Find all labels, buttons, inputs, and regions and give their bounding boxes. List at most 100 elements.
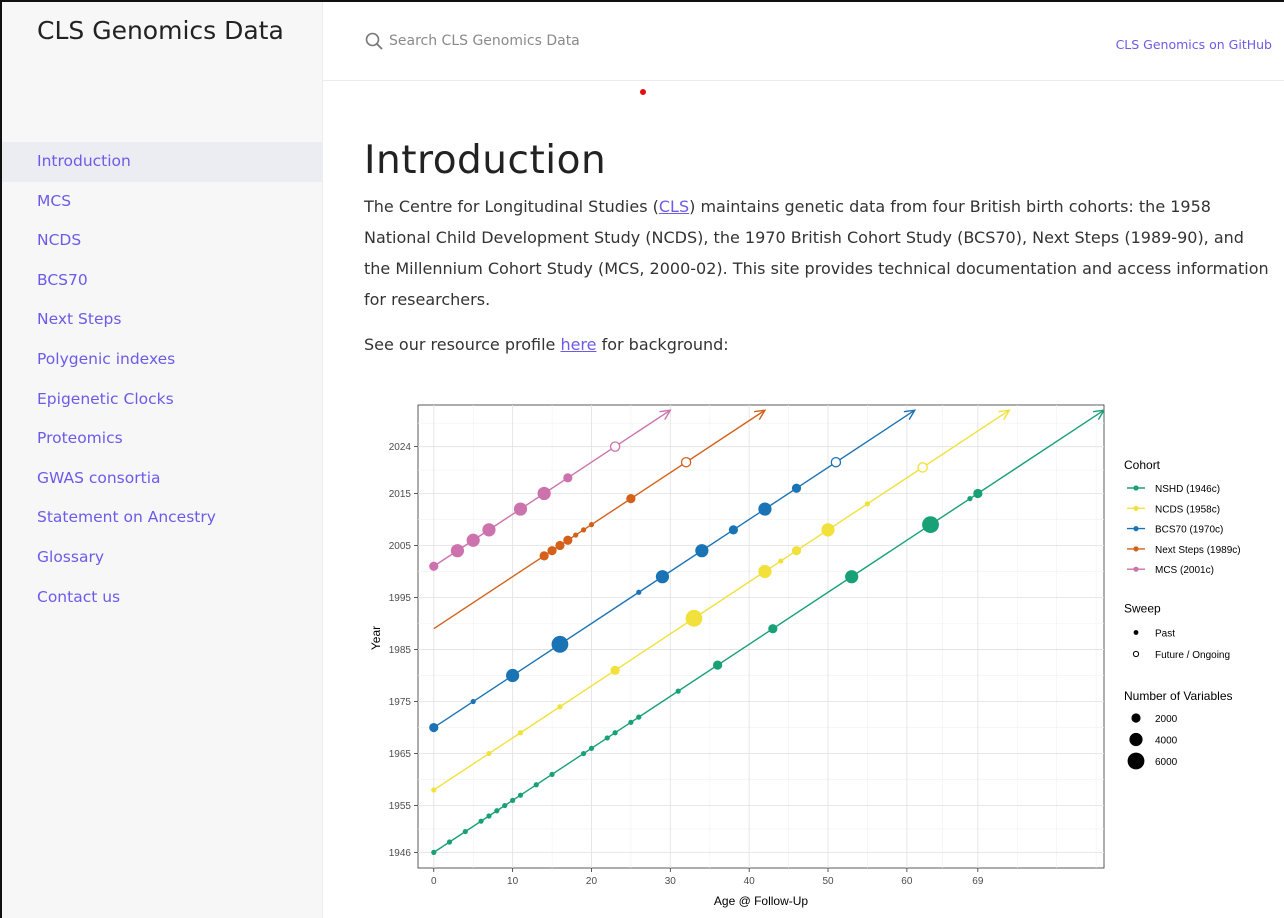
sweep-point [494,808,500,814]
legend-label: 6000 [1155,757,1178,768]
legend-size-dot [1127,752,1145,770]
sweep-point [655,570,670,584]
sweep-point [967,496,973,502]
x-tick-label: 10 [507,876,519,887]
y-tick-label: 2005 [389,541,412,552]
sidebar-item-bcs70[interactable]: BCS70 [2,261,323,301]
sweep-point [563,473,573,483]
x-tick-label: 50 [822,876,834,887]
sweep-point-future [917,462,928,473]
search-input[interactable] [389,33,689,49]
sweep-point [517,792,524,798]
sweep-point [580,527,587,533]
sidebar-item-gwas-consortia[interactable]: GWAS consortia [2,459,323,499]
sidebar-item-ncds[interactable]: NCDS [2,221,323,261]
search-icon[interactable] [365,32,383,50]
site-title[interactable]: CLS Genomics Data [37,14,307,48]
sweep-point [675,688,681,694]
sweep-point [551,635,569,653]
y-tick-label: 1985 [389,645,412,656]
sidebar: CLS Genomics Data Introduction MCS NCDS … [2,2,323,918]
cls-link[interactable]: CLS [659,197,689,216]
sidebar-nav: Introduction MCS NCDS BCS70 Next Steps P… [2,142,323,617]
sidebar-item-contact-us[interactable]: Contact us [2,578,323,618]
legend-label: 4000 [1155,736,1178,747]
page-title: Introduction [364,138,607,183]
sidebar-item-statement-on-ancestry[interactable]: Statement on Ancestry [2,498,323,538]
sidebar-item-polygenic-indexes[interactable]: Polygenic indexes [2,340,323,380]
sweep-point [466,533,480,547]
sweep-point [537,486,551,501]
sweep-point [482,523,496,537]
legend-key-dot [1133,566,1139,572]
sidebar-item-proteomics[interactable]: Proteomics [2,419,323,459]
y-axis-label: Year [369,626,383,650]
cohort-timeline-chart: 0 10 20 30 40 50 60 69 1946 1955 1965 1975 1985 1995 2… [369,404,1241,908]
sweep-point [845,570,859,584]
search-box [365,32,689,50]
sweep-point [517,730,524,736]
legend-label: BCS70 (1970c) [1155,525,1223,536]
y-tick-label: 2015 [389,489,412,500]
sweep-point [431,787,437,793]
sidebar-item-mcs[interactable]: MCS [2,182,323,222]
resource-paragraph: See our resource profile here for backgr… [364,335,729,354]
sweep-point [506,668,520,683]
legend-label: NSHD (1946c) [1155,484,1220,495]
sidebar-item-next-steps[interactable]: Next Steps [2,300,323,340]
x-tick-label: 40 [744,876,756,887]
sweep-point [547,546,557,556]
sweep-point [821,523,835,537]
resource-profile-link[interactable]: here [560,335,596,354]
sweep-point [713,660,723,670]
sweep-point [429,561,439,571]
sweep-point [533,782,539,788]
sidebar-item-glossary[interactable]: Glossary [2,538,323,578]
y-tick-label: 2024 [389,442,412,453]
top-bar: CLS Genomics on GitHub [323,2,1284,81]
x-tick-label: 0 [431,876,437,887]
sweep-point [462,828,468,835]
sweep-point [429,722,439,733]
sweep-point-future [830,456,842,468]
y-tick-label: 1965 [389,749,412,760]
legend-label: 2000 [1155,714,1178,725]
x-axis-label: Age @ Follow-Up [714,894,809,908]
legend-size-title: Number of Variables [1124,689,1233,703]
sweep-point [626,494,636,504]
sweep-point [450,544,465,558]
sweep-point [588,745,595,751]
sweep-point [610,665,620,675]
legend-key-dot [1133,526,1139,532]
sweep-point [446,839,453,845]
sweep-point [555,540,565,551]
legend-sweep-title: Sweep [1124,602,1161,616]
sweep-point [563,535,573,545]
sweep-point [539,551,549,561]
sweep-point-future [609,441,621,452]
sweep-point [513,502,528,516]
sweep-point [486,750,492,757]
legend-label: Future / Ongoing [1155,650,1230,661]
github-link[interactable]: CLS Genomics on GitHub [1116,37,1272,52]
x-tick-label: 60 [901,876,913,887]
sidebar-item-epigenetic-clocks[interactable]: Epigenetic Clocks [2,380,323,420]
sweep-point [636,714,642,720]
legend-label: MCS (2001c) [1155,565,1214,576]
intro-paragraph: The Centre for Longitudinal Studies (CLS… [364,197,1269,309]
y-tick-label: 1955 [389,801,412,812]
legend-past-dot [1133,630,1139,635]
sweep-point [758,564,772,579]
legend-cohort-title: Cohort [1124,458,1161,472]
sweep-point [612,730,618,736]
y-tick-label: 1946 [389,848,412,859]
sweep-point-future [680,456,692,468]
x-tick-label: 69 [972,876,984,887]
sweep-point [510,797,516,803]
sweep-point [604,735,610,741]
legend-key-dot [1133,546,1139,552]
sweep-point [758,502,772,516]
sweep-point [791,483,802,493]
sweep-point [628,719,634,725]
sidebar-item-introduction[interactable]: Introduction [2,142,323,182]
